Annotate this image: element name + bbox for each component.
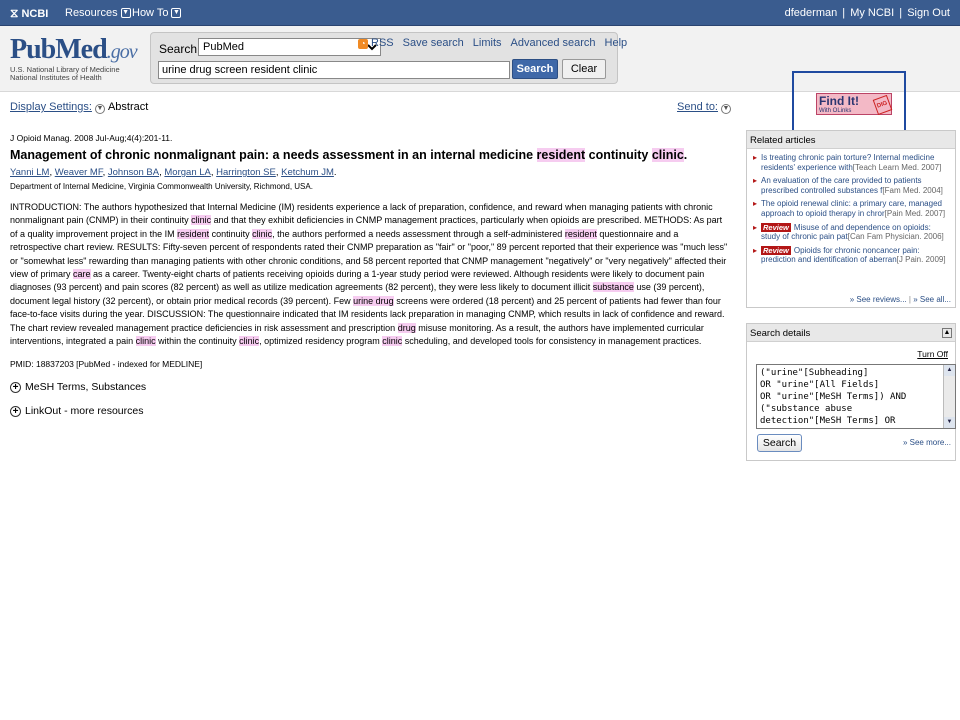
author-link[interactable]: Ketchum JM	[281, 167, 334, 178]
author-link[interactable]: Johnson BA	[108, 167, 159, 178]
ncbi-logo[interactable]: ⧖ NCBI	[10, 6, 48, 21]
chevron-down-icon: ▼	[171, 8, 182, 18]
related-more-links: » See reviews... | » See all...	[849, 295, 951, 304]
turn-off-link[interactable]: Turn Off	[917, 349, 948, 359]
resources-menu[interactable]: Resources ▼	[65, 7, 131, 19]
chevron-down-icon: ▼	[721, 104, 731, 114]
author-list: Yanni LM, Weaver MF, Johnson BA, Morgan …	[10, 167, 337, 178]
display-settings-link[interactable]: Display Settings:	[10, 101, 92, 113]
related-articles-panel: Related articles Is treating chronic pai…	[746, 130, 956, 308]
limits-link[interactable]: Limits	[473, 37, 502, 49]
see-more-link[interactable]: » See more...	[903, 438, 951, 447]
advanced-search-link[interactable]: Advanced search	[511, 37, 596, 49]
linkout-toggle[interactable]: + LinkOut - more resources	[10, 405, 730, 417]
search-label: Search:	[159, 42, 201, 56]
review-badge: Review	[761, 222, 791, 232]
send-to-menu[interactable]: Send to: ▼	[677, 101, 734, 114]
display-format: Abstract	[107, 101, 149, 113]
plus-icon: +	[10, 381, 21, 393]
abstract-text: INTRODUCTION: The authors hypothesized t…	[10, 202, 728, 347]
related-article-source: [J Pain. 2009]	[896, 255, 946, 265]
pmid: PMID: 18837203 [PubMed - indexed for MED…	[10, 359, 203, 370]
related-articles-title: Related articles	[747, 131, 955, 149]
see-reviews-link[interactable]: » See reviews...	[850, 295, 907, 304]
ncbi-top-bar: ⧖ NCBI Resources ▼ How To ▼ dfederman | …	[0, 0, 960, 26]
rss-link[interactable]: ◔ RSS	[358, 37, 394, 49]
mesh-terms-toggle[interactable]: + MeSH Terms, Substances	[10, 381, 730, 393]
author-link[interactable]: Harrington SE	[216, 167, 276, 178]
save-search-link[interactable]: Save search	[403, 37, 464, 49]
author-link[interactable]: Yanni LM	[10, 167, 49, 178]
related-article-source: [Can Fam Physician. 2006]	[847, 232, 944, 242]
search-term-highlight: clinic	[382, 336, 403, 347]
ncbi-logo-icon: ⧖	[10, 6, 19, 20]
scroll-down-icon[interactable]: ▼	[944, 417, 955, 428]
search-button[interactable]: Search	[512, 59, 558, 79]
sign-out-link[interactable]: Sign Out	[907, 7, 950, 19]
scroll-up-icon[interactable]: ▲	[944, 365, 955, 376]
search-term-highlight: substance	[592, 282, 634, 293]
howto-menu[interactable]: How To ▼	[132, 7, 182, 19]
search-details-title: Search details	[747, 324, 955, 342]
related-article-item[interactable]: ReviewMisuse of and dependence on opioid…	[753, 222, 949, 242]
search-term-highlight: resident	[177, 228, 210, 239]
chevron-down-icon[interactable]: ▼	[94, 104, 105, 114]
search-details-query[interactable]: ("urine"[Subheading] OR "urine"[All Fiel…	[756, 364, 956, 429]
scrollbar[interactable]: ▲ ▼	[943, 365, 955, 428]
search-term-highlight: clinic	[252, 228, 273, 239]
citation: J Opioid Manag. 2008 Jul-Aug;4(4):201-11…	[10, 133, 173, 143]
related-article-item[interactable]: An evaluation of the care provided to pa…	[753, 176, 949, 195]
related-article-source: [Pain Med. 2007]	[884, 208, 946, 218]
username-link[interactable]: dfederman	[785, 7, 838, 19]
search-details-panel: Search details ▲ Turn Off ("urine"[Subhe…	[746, 323, 956, 461]
search-term-highlight: resident	[564, 228, 597, 239]
related-article-item[interactable]: The opioid renewal clinic: a primary car…	[753, 199, 949, 218]
database-select[interactable]: PubMed	[198, 38, 381, 56]
my-ncbi-link[interactable]: My NCBI	[850, 7, 894, 19]
article-title: Management of chronic nonmalignant pain:…	[10, 148, 688, 162]
related-articles-list: Is treating chronic pain torture? Intern…	[747, 149, 955, 265]
search-input[interactable]	[158, 61, 510, 79]
pubmed-logo[interactable]: PubMed.gov U.S. National Library of Medi…	[10, 34, 138, 82]
article-abstract: J Opioid Manag. 2008 Jul-Aug;4(4):201-11…	[10, 133, 730, 417]
related-article-item[interactable]: Is treating chronic pain torture? Intern…	[753, 153, 949, 172]
plus-icon: +	[10, 405, 21, 417]
help-link[interactable]: Help	[605, 37, 628, 49]
search-term-highlight: care	[73, 269, 91, 280]
header-links: ◔ RSS Save search Limits Advanced search …	[358, 37, 627, 49]
collapse-icon[interactable]: ▲	[942, 328, 952, 338]
clear-button[interactable]: Clear	[562, 59, 606, 79]
find-it-button[interactable]: Find It! With OLinks DIG	[816, 93, 893, 116]
see-all-link[interactable]: » See all...	[913, 295, 951, 304]
search-details-search-button[interactable]: Search	[757, 434, 802, 452]
related-article-source: [Fam Med. 2004]	[882, 185, 943, 195]
author-link[interactable]: Weaver MF	[55, 167, 103, 178]
rss-icon: ◔	[358, 39, 368, 49]
review-badge: Review	[761, 245, 791, 255]
search-term-highlight: drug	[397, 322, 416, 333]
search-term-highlight: clinic	[191, 215, 212, 226]
author-link[interactable]: Morgan LA	[164, 167, 210, 178]
user-links: dfederman | My NCBI | Sign Out	[784, 7, 950, 19]
display-settings-bar: Display Settings: ▼ Abstract Send to: ▼	[10, 101, 734, 114]
affiliation: Department of Internal Medicine, Virgini…	[10, 182, 313, 191]
related-article-source: [Teach Learn Med. 2007]	[852, 162, 942, 172]
search-term-highlight: urine drug	[353, 295, 394, 306]
search-term-highlight: clinic	[135, 336, 156, 347]
search-term-highlight: clinic	[239, 336, 260, 347]
chevron-down-icon: ▼	[120, 8, 131, 18]
find-it-highlight-frame: Find It! With OLinks DIG	[792, 71, 906, 138]
related-article-item[interactable]: ReviewOpioids for chronic noncancer pain…	[753, 245, 949, 265]
